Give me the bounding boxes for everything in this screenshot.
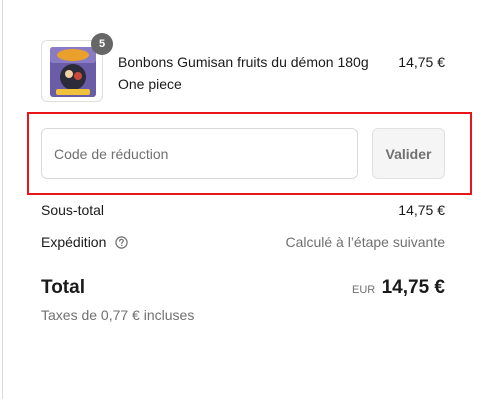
question-circle-icon[interactable]	[115, 236, 128, 249]
validate-button[interactable]: Valider	[372, 128, 445, 179]
product-variant: One piece	[118, 76, 182, 92]
subtotal-label: Sous-total	[41, 202, 105, 218]
quantity-badge: 5	[91, 33, 113, 55]
total-value: 14,75 €	[381, 277, 445, 298]
product-name: Bonbons Gumisan fruits du démon 180g	[118, 54, 369, 70]
candy-package-icon	[50, 47, 96, 97]
discount-code-placeholder: Code de réduction	[54, 145, 169, 162]
discount-code-input[interactable]: Code de réduction	[41, 128, 358, 179]
shipping-label: Expédition	[41, 234, 107, 250]
shipping-value: Calculé à l’étape suivante	[285, 234, 445, 250]
order-summary: 5 Bonbons Gumisan fruits du démon 180g O…	[0, 0, 488, 399]
line-item: 5 Bonbons Gumisan fruits du démon 180g O…	[41, 33, 445, 104]
product-title: Bonbons Gumisan fruits du démon 180g One…	[118, 51, 388, 95]
total-label: Total	[41, 277, 85, 298]
currency-code: EUR	[352, 284, 376, 296]
product-price: 14,75 €	[398, 54, 445, 70]
subtotal-value: 14,75 €	[398, 202, 445, 218]
taxes-note: Taxes de 0,77 € incluses	[41, 307, 195, 323]
divider	[2, 0, 3, 399]
product-thumbnail: 5	[41, 33, 113, 102]
